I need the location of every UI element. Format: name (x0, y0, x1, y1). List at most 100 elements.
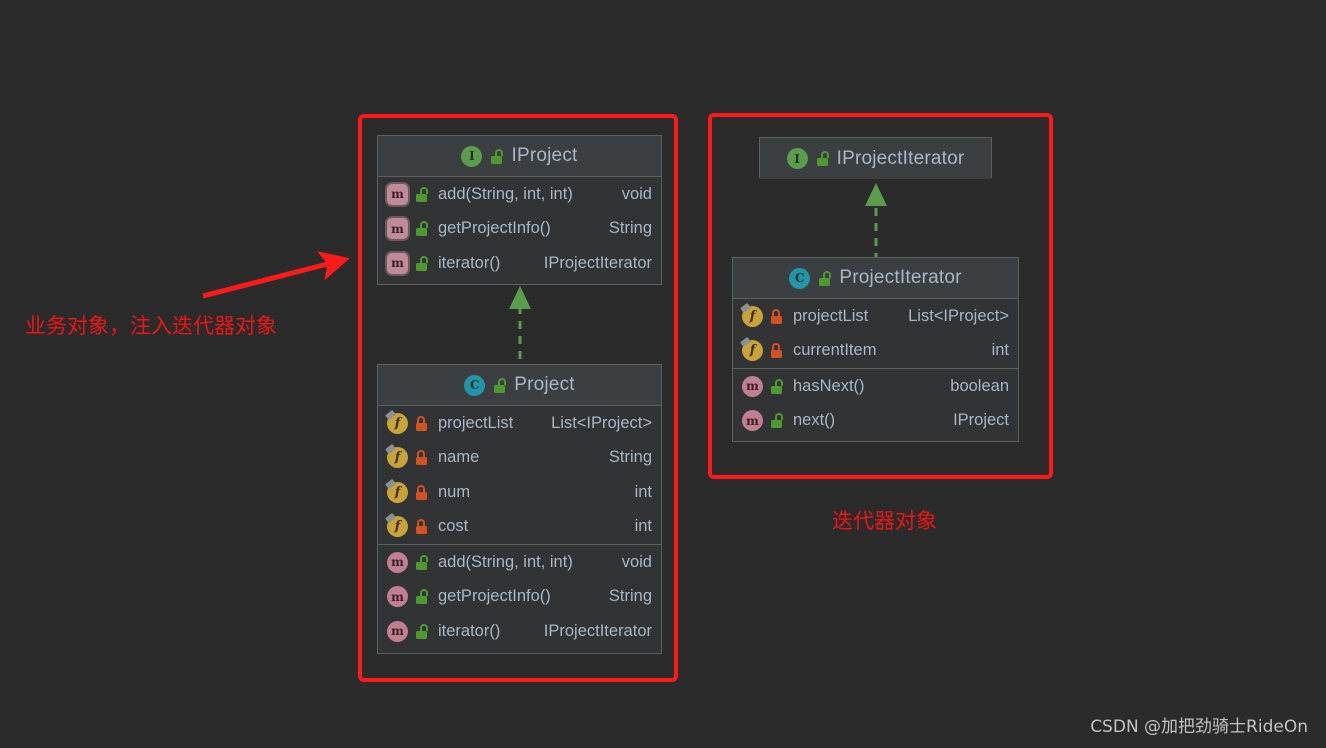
member-type: List<IProject> (908, 306, 1009, 325)
lock-open-icon (769, 378, 784, 394)
uml-member-row[interactable]: f projectList List<IProject> (378, 406, 661, 441)
class-icon: C (464, 374, 486, 396)
lock-open-icon (492, 377, 507, 393)
lock-open-icon (414, 554, 429, 570)
member-type: String (608, 587, 652, 606)
uml-member-row[interactable]: m getProjectInfo() String (378, 212, 661, 247)
uml-member-row[interactable]: f cost int (378, 510, 661, 545)
member-name: cost (438, 517, 469, 536)
uml-header-project: C Project (378, 365, 661, 406)
member-type: void (621, 184, 652, 203)
member-name: projectList (793, 306, 869, 325)
red-arrow-icon (202, 251, 350, 299)
member-name: getProjectInfo() (438, 587, 551, 606)
interface-icon: I (461, 145, 483, 167)
lock-open-icon (815, 151, 830, 166)
uml-header-projectiterator: C ProjectIterator (733, 258, 1018, 299)
method-icon: m (742, 410, 763, 432)
member-name: currentItem (793, 341, 877, 360)
member-name: next() (793, 411, 836, 430)
uml-member-row[interactable]: f num int (378, 475, 661, 510)
member-name: iterator() (438, 621, 501, 640)
uml-header-iprojectiterator: I IProjectIterator (760, 138, 991, 179)
field-icon: f (387, 447, 408, 469)
member-type: List<IProject> (551, 413, 652, 432)
member-name: name (438, 448, 480, 467)
lock-open-icon (414, 589, 429, 605)
method-icon: m (742, 375, 763, 397)
field-icon: f (387, 516, 408, 538)
uml-member-row[interactable]: m getProjectInfo() String (378, 580, 661, 615)
abstract-method-icon: m (387, 218, 408, 240)
diagram-canvas: I IProject m add(String, int, int) void … (0, 0, 1326, 748)
member-type: boolean (950, 376, 1009, 395)
uml-member-row[interactable]: f name String (378, 441, 661, 476)
member-name: num (438, 482, 471, 501)
field-icon: f (742, 340, 763, 362)
uml-member-row[interactable]: m iterator() IProjectIterator (378, 614, 661, 649)
uml-member-row[interactable]: f projectList List<IProject> (733, 299, 1018, 334)
member-name: getProjectInfo() (438, 219, 551, 238)
member-name: hasNext() (793, 376, 865, 395)
member-type: int (634, 517, 652, 536)
field-icon: f (387, 412, 408, 434)
member-type: int (991, 341, 1009, 360)
uml-fields-section: f projectList List<IProject> f currentIt… (733, 299, 1018, 368)
member-type: String (608, 448, 652, 467)
member-name: add(String, int, int) (438, 552, 573, 571)
uml-class-name: Project (514, 374, 575, 395)
lock-closed-icon (769, 343, 784, 359)
lock-open-icon (414, 186, 429, 202)
lock-open-icon (414, 623, 429, 639)
member-type: IProjectIterator (543, 253, 652, 272)
member-type: int (634, 482, 652, 501)
uml-fields-section: f projectList List<IProject> f name Stri… (378, 406, 661, 544)
abstract-method-icon: m (387, 252, 408, 274)
method-icon: m (387, 620, 408, 642)
lock-open-icon (414, 255, 429, 271)
interface-icon: I (786, 148, 808, 169)
method-icon: m (387, 586, 408, 608)
field-icon: f (387, 481, 408, 503)
uml-class-project[interactable]: C Project f projectList List<IProject> f… (377, 364, 662, 654)
uml-methods-section: m add(String, int, int) void m getProjec… (378, 544, 661, 649)
uml-methods-section: m hasNext() boolean m next() IProject (733, 368, 1018, 438)
lock-closed-icon (414, 519, 429, 535)
member-name: projectList (438, 413, 514, 432)
lock-open-icon (817, 270, 832, 286)
uml-member-row[interactable]: f currentItem int (733, 334, 1018, 369)
lock-closed-icon (414, 484, 429, 500)
uml-class-projectiterator[interactable]: C ProjectIterator f projectList List<IPr… (732, 257, 1019, 442)
uml-member-row[interactable]: m hasNext() boolean (733, 369, 1018, 404)
member-type: void (621, 552, 652, 571)
uml-class-name: IProjectIterator (836, 147, 965, 169)
uml-member-row[interactable]: m next() IProject (733, 404, 1018, 439)
lock-open-icon (489, 148, 504, 164)
uml-class-name: ProjectIterator (839, 267, 962, 288)
lock-closed-icon (414, 450, 429, 466)
member-name: iterator() (438, 253, 501, 272)
lock-open-icon (414, 221, 429, 237)
uml-member-row[interactable]: m add(String, int, int) void (378, 177, 661, 212)
uml-methods-section: m add(String, int, int) void m getProjec… (378, 177, 661, 281)
member-type: IProjectIterator (543, 621, 652, 640)
lock-open-icon (769, 413, 784, 429)
uml-class-iproject[interactable]: I IProject m add(String, int, int) void … (377, 135, 662, 285)
abstract-method-icon: m (387, 183, 408, 205)
field-icon: f (742, 305, 763, 327)
realization-arrow-projectiterator-to-iprojectiterator (865, 183, 887, 261)
uml-member-row[interactable]: m add(String, int, int) void (378, 545, 661, 580)
member-type: IProject (953, 411, 1009, 430)
uml-class-name: IProject (511, 145, 578, 166)
uml-class-iprojectiterator[interactable]: I IProjectIterator (759, 137, 992, 179)
lock-closed-icon (769, 308, 784, 324)
class-icon: C (789, 267, 811, 289)
lock-closed-icon (414, 415, 429, 431)
watermark: CSDN @加把劲骑士RideOn (1090, 717, 1308, 737)
uml-member-row[interactable]: m iterator() IProjectIterator (378, 246, 661, 281)
annotation-iterator-object: 迭代器对象 (832, 509, 937, 533)
realization-arrow-project-to-iproject (509, 286, 531, 374)
member-type: String (608, 219, 652, 238)
uml-header-iproject: I IProject (378, 136, 661, 177)
annotation-business-object: 业务对象，注入迭代器对象 (25, 314, 277, 338)
